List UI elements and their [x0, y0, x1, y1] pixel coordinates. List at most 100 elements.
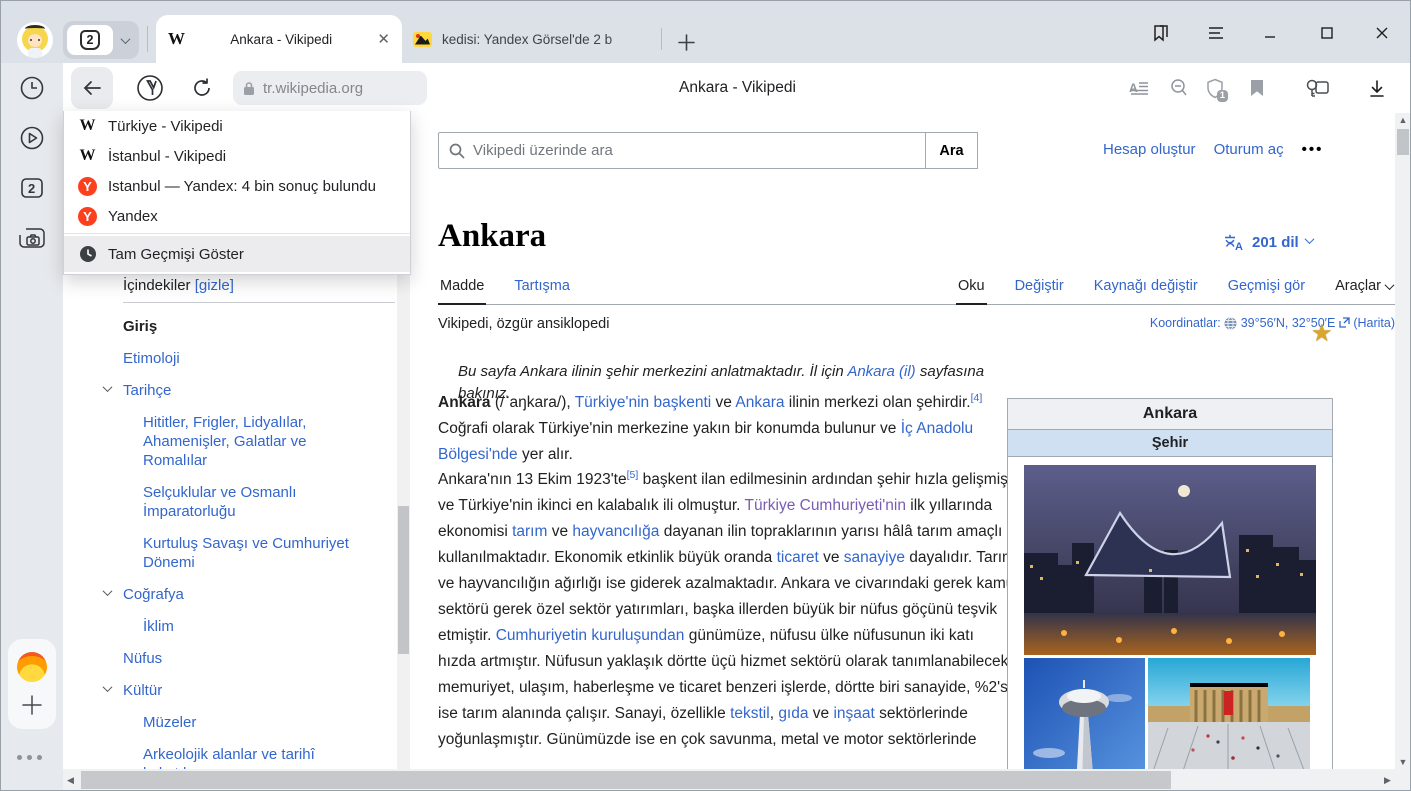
download-icon[interactable] [1363, 75, 1391, 101]
tab-kayna-de-i-tir[interactable]: Kaynağı değiştir [1092, 278, 1200, 304]
search-input[interactable] [473, 142, 915, 159]
infobox-images [1008, 457, 1332, 786]
address-bar[interactable]: tr.wikipedia.org [233, 71, 427, 105]
history-item[interactable]: Wİstanbul - Vikipedi [64, 141, 410, 171]
tab-ankara-vikipedi[interactable]: W Ankara - Vikipedi ✕ [156, 15, 402, 63]
tab-counter-control[interactable]: 2 [63, 21, 139, 59]
tab-ara-lar[interactable]: Araçlar [1333, 278, 1395, 304]
toc-item[interactable]: Müzeler [143, 713, 368, 732]
tab-tart-ma[interactable]: Tartışma [512, 278, 572, 304]
history-item[interactable]: Tam Geçmişi Göster [64, 236, 410, 272]
wiki-link[interactable]: Türkiye Cumhuriyeti'nin [745, 497, 906, 514]
wiki-link[interactable]: inşaat [833, 705, 874, 722]
wiki-link[interactable]: tarım [512, 523, 547, 540]
wiki-link[interactable]: gıda [778, 705, 808, 722]
protect-shield-icon[interactable]: 1 [1201, 75, 1229, 101]
sidebar-more-dots[interactable] [17, 755, 42, 760]
back-button[interactable] [71, 67, 113, 109]
profile-avatar[interactable] [17, 22, 53, 58]
create-account-link[interactable]: Hesap oluştur [1103, 141, 1196, 158]
wiki-link[interactable]: sanayiye [844, 549, 905, 566]
horizontal-scrollbar[interactable]: ◀ ▶ [63, 769, 1395, 791]
toc-item[interactable]: İklim [143, 617, 368, 636]
toc-item[interactable]: Nüfus [123, 649, 361, 668]
language-selector[interactable]: A 201 dil [1223, 233, 1313, 251]
toc-item[interactable]: Etimoloji [123, 349, 361, 368]
refresh-button[interactable] [185, 71, 219, 105]
wiki-link[interactable]: ticaret [777, 549, 819, 566]
tabs-panel-icon[interactable]: 2 [15, 171, 49, 205]
yandex-search-button[interactable] [133, 71, 167, 105]
wiki-link[interactable]: hayvancılığa [572, 523, 659, 540]
history-icon[interactable] [15, 71, 49, 105]
history-item[interactable]: YIstanbul — Yandex: 4 bin sonuç bulundu [64, 171, 410, 201]
scroll-up-arrow[interactable]: ▲ [1395, 113, 1411, 127]
wiki-link[interactable]: [4] [971, 392, 983, 404]
tab-de-i-tir[interactable]: Değiştir [1013, 278, 1066, 304]
search-box[interactable] [438, 132, 926, 169]
history-item[interactable]: WTürkiye - Vikipedi [64, 111, 410, 141]
login-link[interactable]: Oturum aç [1214, 141, 1284, 158]
toc-item[interactable]: Coğrafya [123, 585, 361, 604]
add-shortcut-plus-icon[interactable] [21, 694, 43, 716]
wiki-link[interactable]: Cumhuriyetin kuruluşundan [496, 627, 685, 644]
menu-button[interactable] [1199, 19, 1233, 47]
wiki-link[interactable]: başkenti [653, 394, 711, 411]
toc-hide-toggle[interactable]: [gizle] [195, 277, 234, 294]
close-window-button[interactable] [1365, 19, 1399, 47]
scroll-left-arrow[interactable]: ◀ [63, 775, 78, 786]
toc-item[interactable]: Selçuklular ve Osmanlı İmparatorluğu [143, 483, 368, 521]
divider [147, 26, 148, 52]
minimize-button[interactable] [1253, 19, 1287, 47]
toc-item[interactable]: Kültür [123, 681, 361, 700]
history-item-label: Istanbul — Yandex: 4 bin sonuç bulundu [108, 178, 376, 195]
tab-ge-mi-i-g-r[interactable]: Geçmişi gör [1226, 278, 1307, 304]
media-play-icon[interactable] [15, 121, 49, 155]
atakule-tower-photo[interactable] [1024, 658, 1145, 786]
scroll-right-arrow[interactable]: ▶ [1380, 775, 1395, 786]
ankara-cso-night-photo[interactable] [1024, 465, 1316, 655]
protect-counter-badge: 1 [1217, 90, 1228, 102]
search-submit-button[interactable]: Ara [926, 132, 978, 169]
horizontal-scrollbar-thumb[interactable] [81, 771, 1171, 789]
toc-item[interactable]: Kurtuluş Savaşı ve Cumhuriyet Dönemi [143, 534, 368, 572]
toc-scrollbar[interactable] [397, 273, 410, 791]
history-item[interactable]: YYandex [64, 201, 410, 231]
tab-madde[interactable]: Madde [438, 278, 486, 304]
key-icon[interactable] [1303, 75, 1331, 101]
chevron-down-icon[interactable] [121, 34, 131, 44]
more-options-dots[interactable]: ••• [1302, 141, 1324, 158]
chevron-down-icon[interactable] [103, 682, 113, 692]
toc-item[interactable]: Giriş [123, 317, 361, 336]
tab-label: Geçmişi gör [1228, 278, 1305, 294]
scroll-down-arrow[interactable]: ▼ [1395, 755, 1411, 769]
screenshot-icon[interactable] [15, 221, 49, 255]
maximize-button[interactable] [1310, 19, 1344, 47]
wiki-search: Ara [438, 132, 978, 169]
vertical-scrollbar-thumb[interactable] [1397, 129, 1409, 155]
toc-scrollbar-thumb[interactable] [398, 506, 409, 654]
close-tab-icon[interactable]: ✕ [377, 32, 390, 47]
browser-sidebar: 2 [1, 63, 63, 791]
chevron-down-icon[interactable] [103, 382, 113, 392]
map-link[interactable]: (Harita) [1353, 316, 1395, 330]
yandex-browser-logo[interactable] [17, 652, 47, 682]
chevron-down-icon[interactable] [103, 586, 113, 596]
vertical-scrollbar[interactable]: ▲ ▼ [1395, 113, 1411, 769]
new-tab-button[interactable] [671, 27, 701, 57]
bookmarks-panel-button[interactable] [1144, 19, 1178, 47]
toc-item[interactable]: Tarihçe [123, 381, 361, 400]
wiki-link[interactable]: Türkiye'nin [575, 394, 649, 411]
zoom-out-icon[interactable] [1165, 75, 1193, 101]
wiki-link[interactable]: Ankara [735, 394, 784, 411]
toc-item[interactable]: Hititler, Frigler, Lidyalılar, Ahamenişl… [143, 413, 368, 470]
wiki-link[interactable]: tekstil [730, 705, 770, 722]
anitkabir-photo[interactable] [1148, 658, 1310, 786]
toc-item-label: Hititler, Frigler, Lidyalılar, Ahamenişl… [143, 414, 306, 469]
bookmark-icon[interactable] [1243, 75, 1271, 101]
reader-mode-icon[interactable]: A [1125, 75, 1153, 101]
tab-counter-button[interactable]: 2 [67, 25, 113, 55]
wiki-link[interactable]: Ankara (il) [847, 363, 915, 380]
tab-oku[interactable]: Oku [956, 278, 987, 304]
wiki-link[interactable]: [5] [627, 469, 639, 481]
